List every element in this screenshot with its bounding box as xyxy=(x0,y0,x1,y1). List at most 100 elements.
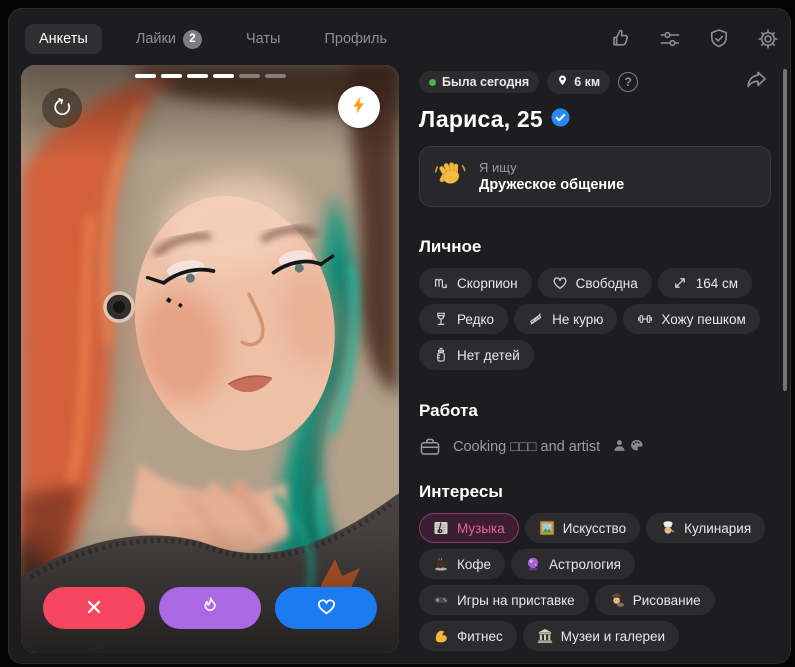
top-nav: Анкеты Лайки 2 Чаты Профиль xyxy=(25,19,780,59)
chip-interest-museums: Музеи и галереи xyxy=(522,621,680,651)
section-title-interests: Интересы xyxy=(419,482,503,501)
work-row: Cooking □□□ and artist xyxy=(419,436,779,458)
palette-icon xyxy=(629,438,644,457)
distance-text: 6 км xyxy=(574,75,601,89)
verified-badge-icon xyxy=(551,108,570,132)
fire-icon xyxy=(199,595,222,621)
section-title-work: Работа xyxy=(419,401,478,420)
coffee-icon xyxy=(433,556,449,572)
last-seen-text: Была сегодня xyxy=(442,75,530,89)
app-window: Анкеты Лайки 2 Чаты Профиль Была сегодня… xyxy=(8,8,791,664)
looking-for-value: Дружеское общение xyxy=(479,177,625,193)
heart-icon xyxy=(315,595,338,621)
chip-interest-fitness: Фитнес xyxy=(419,621,517,651)
looking-for-label: Я ищу xyxy=(479,160,517,175)
dumbbell-icon xyxy=(637,311,653,327)
chip-label: Хожу пешком xyxy=(661,311,746,327)
chip-zodiac: Скорпион xyxy=(419,268,532,298)
waving-hand-icon xyxy=(434,158,466,195)
chip-activity: Хожу пешком xyxy=(623,304,760,334)
x-icon xyxy=(83,596,105,621)
profile-info: Была сегодня 6 км ? Лариса, 25 Я ищу Дру… xyxy=(419,67,779,651)
tab-likes[interactable]: Лайки 2 xyxy=(126,23,212,56)
work-text: Cooking □□□ and artist xyxy=(453,439,601,455)
rewind-icon xyxy=(52,96,72,121)
share-icon[interactable] xyxy=(744,67,769,97)
chip-label: Кулинария xyxy=(684,520,752,536)
chip-interest-music: Музыка xyxy=(419,513,519,543)
chip-label: Скорпион xyxy=(457,275,518,291)
artist-icon xyxy=(609,592,625,608)
game-controller-icon xyxy=(433,592,449,608)
briefcase-icon xyxy=(419,436,441,458)
chip-label: Рисование xyxy=(632,592,701,608)
settings-gear-icon[interactable] xyxy=(756,27,780,51)
online-dot xyxy=(429,78,436,86)
profile-photo[interactable] xyxy=(21,65,399,653)
location-pin-icon xyxy=(557,74,568,90)
chip-smoking: Не курю xyxy=(514,304,618,334)
chip-label: Кофе xyxy=(457,556,491,572)
chip-label: Редко xyxy=(457,311,495,327)
chip-interest-art: Искусство xyxy=(524,513,641,543)
superlike-button[interactable] xyxy=(159,587,261,629)
tab-label: Лайки xyxy=(135,31,176,47)
profile-name: Лариса, 25 xyxy=(419,106,543,132)
dislike-button[interactable] xyxy=(43,587,145,629)
baby-bottle-icon xyxy=(433,347,449,363)
distance-badge: 6 км xyxy=(547,70,611,94)
chip-label: Музыка xyxy=(457,520,505,536)
music-sheet-icon xyxy=(433,520,449,536)
tab-profile[interactable]: Профиль xyxy=(314,24,397,54)
chip-interest-cooking: Кулинария xyxy=(646,513,766,543)
chip-label: Свободна xyxy=(575,275,638,291)
shield-check-icon[interactable] xyxy=(707,27,731,51)
chip-interest-coffee: Кофе xyxy=(419,549,505,579)
heart-outline-icon xyxy=(552,275,568,291)
chip-height: 164 см xyxy=(657,268,753,298)
wine-glass-icon xyxy=(433,311,449,327)
question-mark: ? xyxy=(624,75,632,89)
museum-icon xyxy=(537,628,553,644)
tab-label: Анкеты xyxy=(39,31,88,47)
no-smoking-icon xyxy=(528,311,544,327)
chip-label: 164 см xyxy=(695,275,739,291)
interest-chips: Музыка Искусство Кулинария Кофе Астролог… xyxy=(419,513,775,651)
chip-children: Нет детей xyxy=(419,340,534,370)
chip-alcohol: Редко xyxy=(419,304,509,334)
looking-for-card: Я ищу Дружеское общение xyxy=(419,146,771,207)
rewind-button[interactable] xyxy=(42,88,82,128)
chip-label: Игры на приставке xyxy=(457,592,575,608)
chip-label: Нет детей xyxy=(457,347,520,363)
chip-label: Астрология xyxy=(549,556,621,572)
chip-label: Фитнес xyxy=(457,628,503,644)
tab-label: Профиль xyxy=(324,31,388,47)
crystal-ball-icon xyxy=(525,556,541,572)
help-button[interactable]: ? xyxy=(618,72,639,92)
chip-interest-console-games: Игры на приставке xyxy=(419,585,589,615)
likes-count-badge: 2 xyxy=(182,29,202,49)
scorpio-icon xyxy=(433,275,449,291)
person-icon xyxy=(612,438,627,457)
tab-label: Чаты xyxy=(245,31,281,47)
boost-button[interactable] xyxy=(338,86,380,128)
chip-label: Музеи и галереи xyxy=(560,628,666,644)
like-button[interactable] xyxy=(275,587,377,629)
biceps-icon xyxy=(433,628,449,644)
thumbs-up-icon[interactable] xyxy=(609,27,633,51)
status-row: Была сегодня 6 км ? xyxy=(419,67,779,97)
tab-chats[interactable]: Чаты xyxy=(236,24,290,54)
chip-relationship: Свободна xyxy=(537,268,652,298)
photo-progress xyxy=(21,74,399,78)
chip-label: Не курю xyxy=(552,311,604,327)
filters-icon[interactable] xyxy=(658,27,682,51)
scrollbar-thumb[interactable] xyxy=(783,69,787,391)
lightning-bolt-icon xyxy=(349,95,369,120)
chip-label: Искусство xyxy=(562,520,627,536)
chip-interest-astrology: Астрология xyxy=(511,549,635,579)
tab-ankety[interactable]: Анкеты xyxy=(25,24,102,54)
last-seen-badge: Была сегодня xyxy=(419,71,540,93)
chip-interest-drawing: Рисование xyxy=(594,585,715,615)
section-title-personal: Личное xyxy=(419,237,482,256)
personal-chips: Скорпион Свободна 164 см Редко Не курю Х… xyxy=(419,268,775,370)
